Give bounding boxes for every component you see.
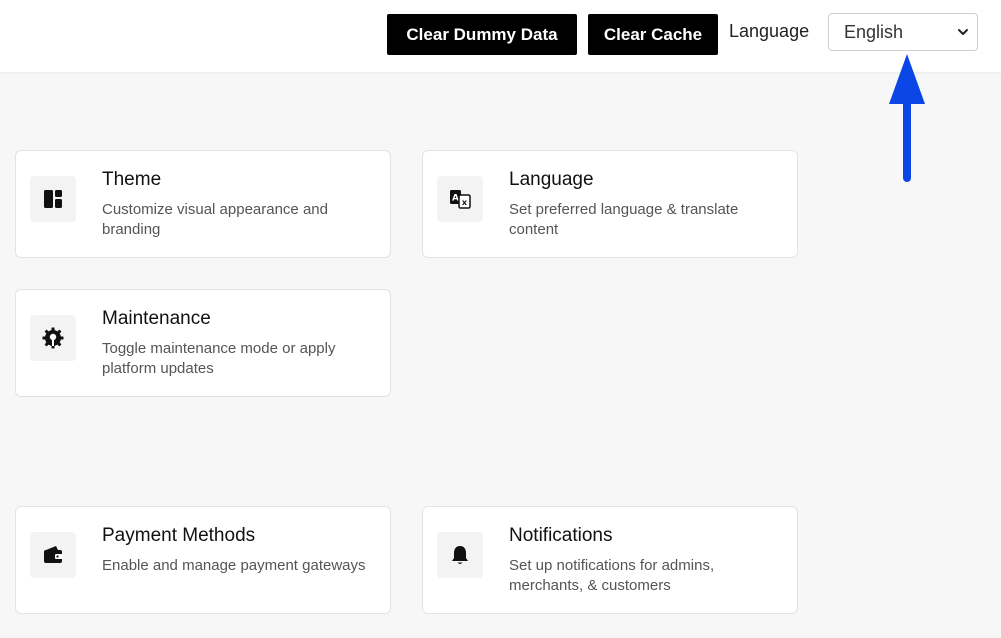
chevron-down-icon (958, 29, 968, 35)
theme-icon (44, 190, 62, 208)
gear-wrench-icon (42, 327, 64, 349)
gear-wrench-icon-box (30, 315, 76, 361)
card-notifications[interactable]: Notifications Set up notifications for a… (422, 506, 798, 614)
card-description: Customize visual appearance and branding (102, 201, 328, 238)
translate-icon: A x (450, 190, 471, 209)
language-select[interactable]: English (828, 13, 978, 51)
bell-icon-box (437, 532, 483, 578)
svg-text:A: A (452, 194, 459, 204)
language-label: Language (729, 21, 810, 41)
card-title: Payment Methods (102, 525, 256, 546)
wallet-icon (44, 546, 63, 563)
card-language[interactable]: A x Language Set preferred language & tr… (422, 150, 798, 258)
card-description: Enable and manage payment gateways (102, 557, 366, 574)
card-title: Maintenance (102, 308, 211, 329)
card-description: Set up notifications for admins, merchan… (509, 557, 715, 594)
card-theme[interactable]: Theme Customize visual appearance and br… (15, 150, 391, 258)
svg-text:x: x (462, 198, 468, 207)
clear-cache-button[interactable]: Clear Cache (588, 14, 718, 55)
language-select-value: English (844, 21, 904, 42)
wallet-icon-box (30, 532, 76, 578)
annotation-arrow-icon (889, 54, 925, 182)
theme-icon-box (30, 176, 76, 222)
card-description: Set preferred language & translate conte… (509, 201, 739, 238)
top-bar: Clear Dummy Data Clear Cache Language En… (0, 0, 1001, 72)
card-payment-methods[interactable]: Payment Methods Enable and manage paymen… (15, 506, 391, 614)
card-title: Notifications (509, 525, 613, 546)
card-title: Theme (102, 169, 162, 190)
card-description: Toggle maintenance mode or apply platfor… (102, 340, 336, 377)
bell-icon (452, 546, 468, 564)
clear-dummy-data-button[interactable]: Clear Dummy Data (387, 14, 577, 55)
card-title: Language (509, 169, 594, 190)
card-maintenance[interactable]: Maintenance Toggle maintenance mode or a… (15, 289, 391, 397)
translate-icon-box: A x (437, 176, 483, 222)
